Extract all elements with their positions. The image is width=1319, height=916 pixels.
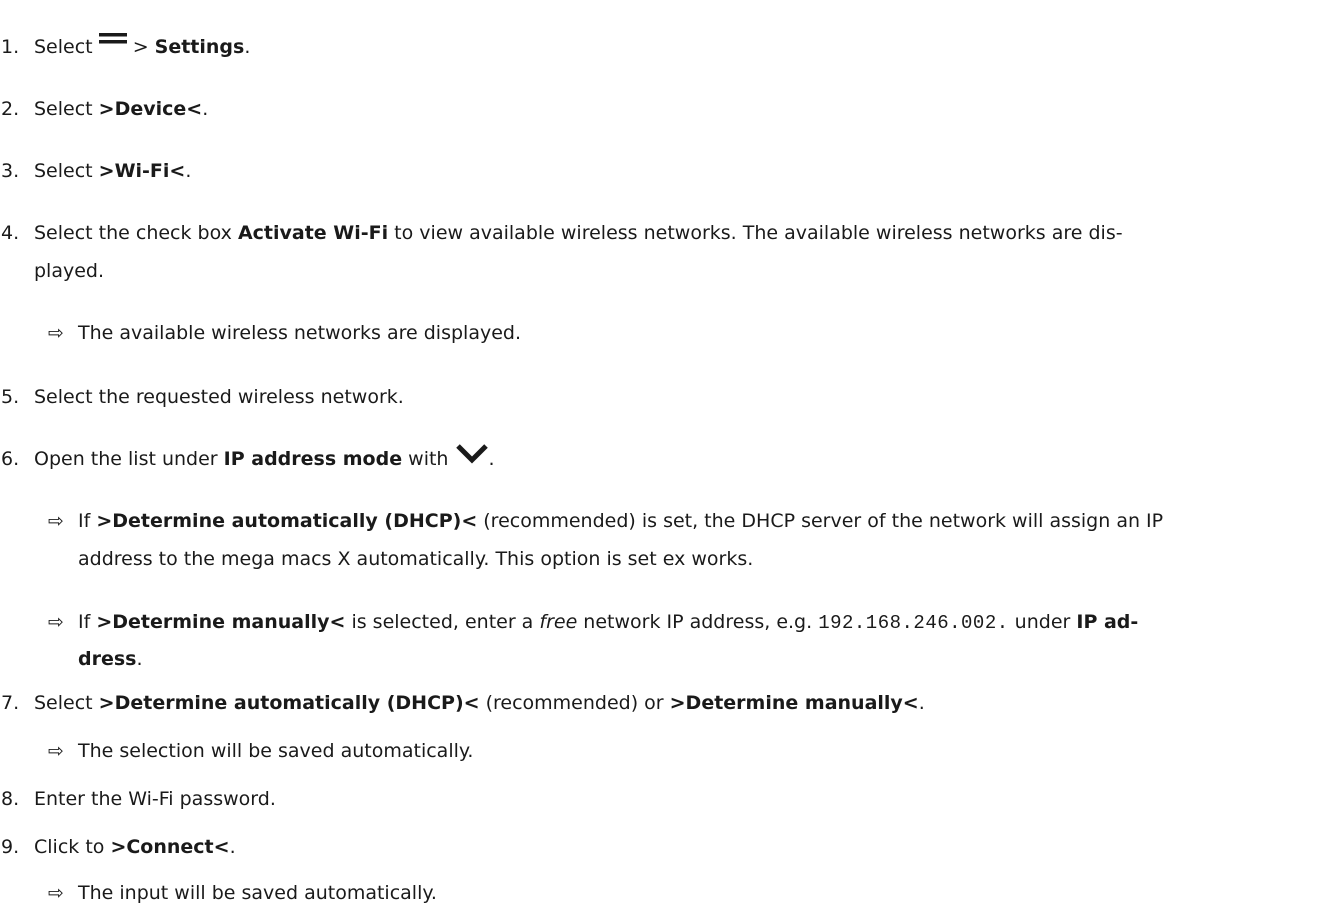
hamburger-menu-icon: [98, 32, 127, 43]
ip-address-mode-label: IP address mode: [223, 448, 403, 470]
chevron-down-icon: [455, 443, 488, 464]
step-number: 5.: [1, 386, 20, 408]
step-number: 9.: [1, 836, 20, 858]
ip-address-example: 192.168.246.002.: [818, 612, 1009, 634]
result-arrow-icon: ⇨: [48, 611, 64, 633]
instruction-document: 1. Select > Settings. 2. Select >Device<…: [0, 0, 1319, 916]
step-number: 6.: [1, 448, 20, 470]
result-arrow-icon: ⇨: [48, 740, 64, 762]
step-number: 2.: [1, 98, 20, 120]
result-arrow-icon: ⇨: [48, 882, 64, 904]
step-number: 3.: [1, 160, 20, 182]
result-6a-continuation: address to the mega macs X automatically…: [78, 548, 754, 570]
step-number: 1.: [1, 36, 20, 58]
step-number: 8.: [1, 788, 20, 810]
device-label: >Device<: [98, 98, 203, 120]
connect-label: >Connect<: [110, 836, 230, 858]
result-6b-continuation: dress.: [78, 648, 143, 670]
settings-label: Settings: [154, 36, 245, 58]
step-4-continuation: played.: [34, 260, 105, 282]
wifi-label: >Wi-Fi<: [98, 160, 186, 182]
step-number: 4.: [1, 222, 20, 244]
result-arrow-icon: ⇨: [48, 322, 64, 344]
result-arrow-icon: ⇨: [48, 510, 64, 532]
activate-wifi-label: Activate Wi-Fi: [237, 222, 389, 244]
step-number: 7.: [1, 692, 20, 714]
